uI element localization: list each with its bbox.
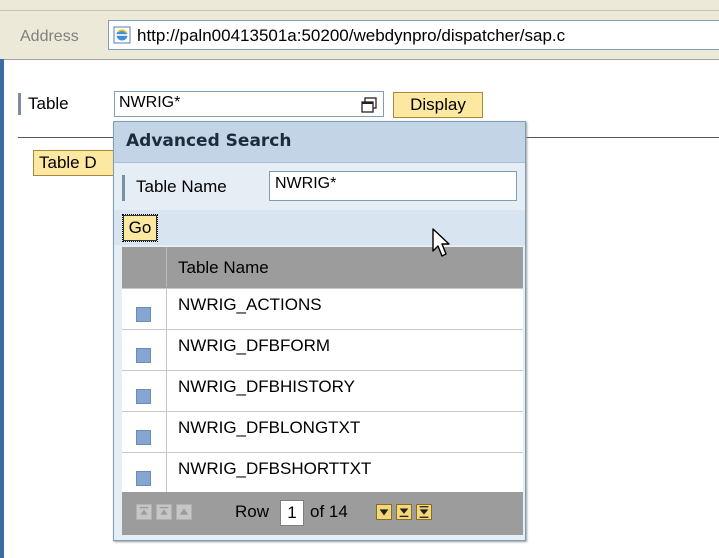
divider-right <box>525 137 719 138</box>
table-name-input[interactable]: NWRIG* <box>269 171 517 201</box>
table-row[interactable]: NWRIG_DFBLONGTXT <box>122 411 523 452</box>
cell-table-name: NWRIG_DFBLONGTXT <box>178 418 361 437</box>
cell-table-name: NWRIG_DFBSHORTTXT <box>178 459 372 478</box>
page-down-icon[interactable] <box>396 504 412 520</box>
table-label: Table <box>28 94 69 113</box>
table-input[interactable]: NWRIG* <box>114 91 384 117</box>
row-select-icon <box>136 307 151 322</box>
table-row[interactable]: NWRIG_DFBSHORTTXT <box>122 452 523 493</box>
row-total: of 14 <box>310 502 348 521</box>
row-down-icon[interactable] <box>376 504 392 520</box>
table-row[interactable]: NWRIG_DFBHISTORY <box>122 370 523 411</box>
mouse-pointer-icon <box>432 228 450 257</box>
first-page-icon[interactable] <box>136 504 152 520</box>
table-details-button[interactable]: Table D <box>33 150 123 176</box>
row-select-icon <box>136 389 151 404</box>
advanced-search-popup: Advanced Search Table Name NWRIG* Go Tab… <box>113 121 526 541</box>
window-left-edge <box>0 59 4 558</box>
ie-page-icon <box>113 26 131 44</box>
row-selector[interactable] <box>122 289 167 329</box>
row-select-icon <box>136 430 151 445</box>
column-header-table-name[interactable]: Table Name <box>178 258 269 278</box>
cell-table-name: NWRIG_ACTIONS <box>178 295 322 314</box>
row-up-icon[interactable] <box>176 504 192 520</box>
divider <box>18 137 118 138</box>
cell-table-name: NWRIG_DFBHISTORY <box>178 377 355 396</box>
table-row[interactable]: NWRIG_ACTIONS <box>122 288 523 329</box>
row-select-icon <box>136 471 151 486</box>
row-number-input[interactable]: 1 <box>280 500 304 526</box>
popup-title-bar: Advanced Search <box>114 122 525 163</box>
address-label: Address <box>20 28 79 45</box>
required-marker <box>18 93 21 115</box>
row-select-icon <box>136 348 151 363</box>
results-table: Table Name NWRIG_ACTIONS NWRIG_DFBFORM N… <box>122 247 523 535</box>
row-selector[interactable] <box>122 412 167 452</box>
cell-table-name: NWRIG_DFBFORM <box>178 336 331 355</box>
table-pager: Row 1 of 14 <box>122 492 523 535</box>
display-button[interactable]: Display <box>393 92 483 118</box>
table-header: Table Name <box>122 247 523 287</box>
browser-top-strip <box>0 0 719 11</box>
row-selector[interactable] <box>122 330 167 370</box>
select-all-header[interactable] <box>122 247 167 287</box>
table-row[interactable]: NWRIG_DFBFORM <box>122 329 523 370</box>
go-button[interactable]: Go <box>122 214 158 242</box>
table-name-label: Table Name <box>136 177 227 196</box>
popup-title: Advanced Search <box>126 131 292 151</box>
row-selector[interactable] <box>122 371 167 411</box>
row-label: Row <box>235 502 270 521</box>
required-marker <box>122 175 125 201</box>
address-field[interactable]: http://paln00413501a:50200/webdynpro/dis… <box>108 20 719 50</box>
last-page-icon[interactable] <box>416 504 432 520</box>
address-bar: Address http://paln00413501a:50200/webdy… <box>0 11 719 60</box>
row-selector[interactable] <box>122 453 167 493</box>
go-toolbar <box>114 210 525 245</box>
page-up-icon[interactable] <box>156 504 172 520</box>
address-url: http://paln00413501a:50200/webdynpro/dis… <box>137 26 566 45</box>
value-help-icon[interactable] <box>360 96 380 114</box>
